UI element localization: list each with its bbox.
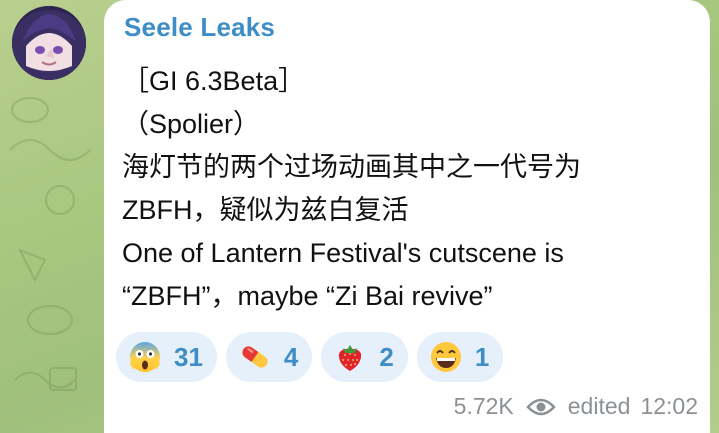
reaction-count: 1 bbox=[474, 341, 490, 372]
channel-avatar[interactable] bbox=[12, 6, 86, 80]
message-line: ZBFH，疑似为兹白复活 bbox=[122, 195, 409, 225]
view-count: 5.72K bbox=[453, 393, 514, 419]
reaction-pill[interactable]: 4 bbox=[225, 332, 313, 382]
reactions-bar: 31 4 2 1 bbox=[116, 332, 504, 382]
reaction-count: 2 bbox=[379, 341, 394, 372]
avatar-image bbox=[12, 6, 86, 80]
message-text: ［GI 6.3Beta］ （Spolier） 海灯节的两个过场动画其中之一代号为… bbox=[122, 60, 702, 318]
message-time: 12:02 bbox=[640, 393, 698, 419]
reaction-count: 4 bbox=[283, 341, 299, 372]
pill-emoji-icon bbox=[242, 346, 268, 368]
edited-label: edited bbox=[567, 393, 631, 419]
message-meta: 5.72K edited 12:02 bbox=[454, 393, 698, 420]
message-line: One of Lantern Festival's cutscene is bbox=[122, 238, 564, 268]
channel-name[interactable]: Seele Leaks bbox=[124, 12, 275, 43]
scream-emoji-icon bbox=[130, 342, 160, 372]
grin-emoji-icon bbox=[430, 342, 461, 372]
reaction-grin[interactable]: 1 bbox=[416, 332, 504, 382]
eye-icon bbox=[526, 398, 556, 415]
reaction-scream[interactable]: 31 bbox=[116, 332, 217, 382]
strawberry-emoji-icon bbox=[339, 345, 362, 371]
message-line: ［GI 6.3Beta］ bbox=[122, 66, 306, 96]
reaction-strawberry[interactable]: 2 bbox=[321, 332, 408, 382]
message-bubble: Seele Leaks ［GI 6.3Beta］ （Spolier） 海灯节的两… bbox=[104, 0, 710, 433]
message-line: 海灯节的两个过场动画其中之一代号为 bbox=[122, 152, 581, 182]
message-line: “ZBFH”，maybe “Zi Bai revive” bbox=[122, 281, 493, 311]
reaction-count: 31 bbox=[174, 341, 203, 372]
message-line: （Spolier） bbox=[122, 109, 261, 139]
